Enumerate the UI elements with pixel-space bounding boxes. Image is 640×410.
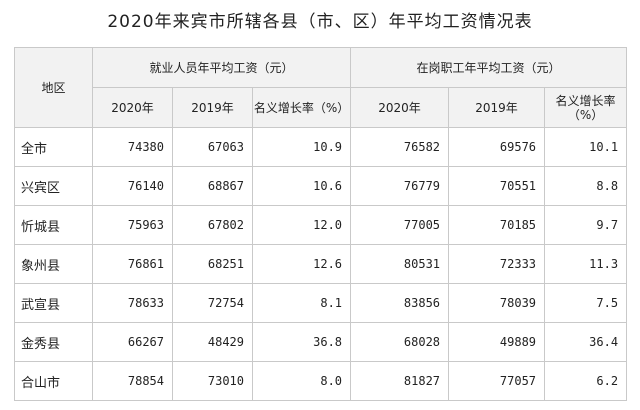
header-row-2: 2020年 2019年 名义增长率（%） 2020年 2019年 名义增长率（%… bbox=[15, 87, 628, 128]
employed-2020-cell: 78633 bbox=[92, 283, 173, 323]
employed-growth-cell: 10.6 bbox=[251, 166, 352, 206]
employed-2019-cell: 67063 bbox=[172, 127, 253, 167]
staff-growth-cell: 6.2 bbox=[544, 361, 628, 401]
staff-growth-cell: 8.8 bbox=[544, 166, 628, 206]
header-employed-2019: 2019年 bbox=[172, 87, 253, 128]
employed-2020-cell: 66267 bbox=[92, 322, 173, 362]
employed-2020-cell: 76861 bbox=[92, 244, 173, 284]
wage-table: 地区 就业人员年平均工资（元） 在岗职工年平均工资（元） 2020年 2019年… bbox=[14, 47, 628, 401]
region-cell: 武宣县 bbox=[14, 283, 93, 323]
staff-growth-cell: 9.7 bbox=[544, 205, 628, 245]
staff-2020-cell: 83856 bbox=[350, 283, 450, 323]
region-cell: 全市 bbox=[14, 127, 93, 167]
staff-2019-cell: 69576 bbox=[448, 127, 546, 167]
employed-2019-cell: 73010 bbox=[172, 361, 253, 401]
employed-growth-cell: 10.9 bbox=[251, 127, 352, 167]
staff-2020-cell: 76779 bbox=[350, 166, 450, 206]
table-row: 忻城县 75963 67802 12.0 77005 70185 9.7 bbox=[14, 205, 628, 245]
staff-2019-cell: 72333 bbox=[448, 244, 546, 284]
header-employed-2020: 2020年 bbox=[92, 87, 173, 128]
employed-2019-cell: 72754 bbox=[172, 283, 253, 323]
employed-growth-cell: 36.8 bbox=[251, 322, 352, 362]
page-title: 2020年来宾市所辖各县（市、区）年平均工资情况表 bbox=[107, 12, 533, 32]
employed-growth-cell: 12.6 bbox=[251, 244, 352, 284]
employed-2020-cell: 74380 bbox=[92, 127, 173, 167]
employed-2019-cell: 68867 bbox=[172, 166, 253, 206]
staff-2019-cell: 49889 bbox=[448, 322, 546, 362]
staff-2019-cell: 77057 bbox=[448, 361, 546, 401]
staff-2020-cell: 76582 bbox=[350, 127, 450, 167]
region-cell: 忻城县 bbox=[14, 205, 93, 245]
employed-growth-cell: 8.0 bbox=[251, 361, 352, 401]
employed-2020-cell: 76140 bbox=[92, 166, 173, 206]
staff-growth-cell: 7.5 bbox=[544, 283, 628, 323]
region-cell: 兴宾区 bbox=[14, 166, 93, 206]
employed-growth-cell: 8.1 bbox=[251, 283, 352, 323]
staff-2019-cell: 70185 bbox=[448, 205, 546, 245]
region-cell: 合山市 bbox=[14, 361, 93, 401]
region-cell: 金秀县 bbox=[14, 322, 93, 362]
employed-2020-cell: 75963 bbox=[92, 205, 173, 245]
table-row: 象州县 76861 68251 12.6 80531 72333 11.3 bbox=[14, 244, 628, 284]
staff-2019-cell: 78039 bbox=[448, 283, 546, 323]
staff-growth-cell: 36.4 bbox=[544, 322, 628, 362]
table-row: 兴宾区 76140 68867 10.6 76779 70551 8.8 bbox=[14, 166, 628, 206]
table-row: 金秀县 66267 48429 36.8 68028 49889 36.4 bbox=[14, 322, 628, 362]
staff-growth-cell: 10.1 bbox=[544, 127, 628, 167]
header-region: 地区 bbox=[14, 47, 93, 128]
header-staff-2020: 2020年 bbox=[350, 87, 450, 128]
employed-2020-cell: 78854 bbox=[92, 361, 173, 401]
employed-2019-cell: 48429 bbox=[172, 322, 253, 362]
staff-2020-cell: 77005 bbox=[350, 205, 450, 245]
staff-2020-cell: 68028 bbox=[350, 322, 450, 362]
header-group-employed: 就业人员年平均工资（元） bbox=[91, 47, 352, 88]
staff-2019-cell: 70551 bbox=[448, 166, 546, 206]
employed-2019-cell: 67802 bbox=[172, 205, 253, 245]
header-row-1: 地区 就业人员年平均工资（元） 在岗职工年平均工资（元） bbox=[14, 47, 628, 128]
table-row: 合山市 78854 73010 8.0 81827 77057 6.2 bbox=[14, 361, 628, 401]
employed-growth-cell: 12.0 bbox=[251, 205, 352, 245]
header-employed-growth: 名义增长率（%） bbox=[251, 87, 352, 128]
table-body: 全市 74380 67063 10.9 76582 69576 10.1 兴宾区 76140 68… bbox=[14, 127, 628, 401]
header-group-staff: 在岗职工年平均工资（元） bbox=[350, 47, 628, 88]
employed-2019-cell: 68251 bbox=[172, 244, 253, 284]
table-row: 全市 74380 67063 10.9 76582 69576 10.1 bbox=[14, 127, 628, 167]
staff-growth-cell: 11.3 bbox=[544, 244, 628, 284]
header-staff-growth: 名义增长率（%） bbox=[544, 87, 628, 128]
staff-2020-cell: 80531 bbox=[350, 244, 450, 284]
header-staff-2019: 2019年 bbox=[448, 87, 546, 128]
staff-2020-cell: 81827 bbox=[350, 361, 450, 401]
table-row: 武宣县 78633 72754 8.1 83856 78039 7.5 bbox=[14, 283, 628, 323]
region-cell: 象州县 bbox=[14, 244, 93, 284]
